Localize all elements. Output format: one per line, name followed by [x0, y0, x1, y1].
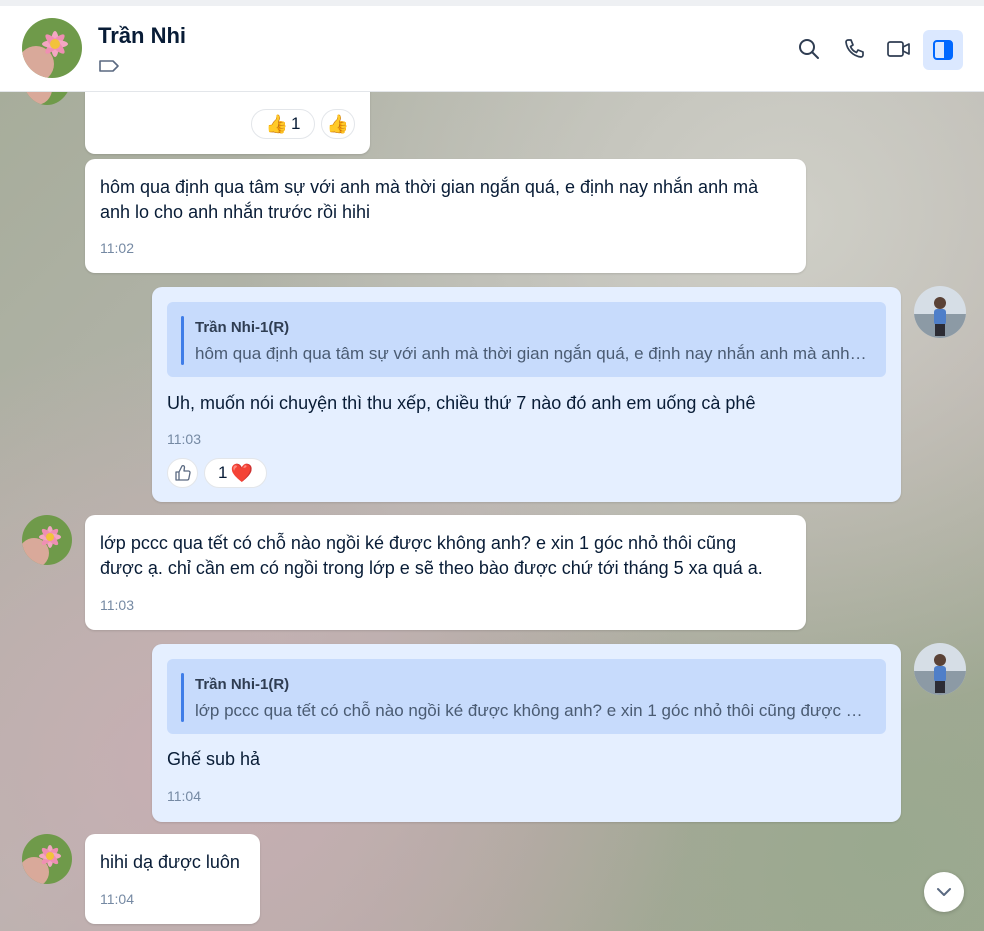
message-text-line: hôm qua định qua tâm sự với anh mà thời … — [100, 177, 759, 197]
thumbs-up-emoji: 👍 — [265, 114, 288, 134]
message-bubble-received[interactable]: hôm qua định qua tâm sự với anh mà thời … — [85, 159, 806, 273]
reaction-count: 1 — [218, 463, 228, 482]
message-bubble-received[interactable]: hihi dạ được luôn 11:04 — [85, 834, 260, 924]
quote-bar — [181, 673, 184, 722]
message-time: 11:03 — [100, 597, 134, 613]
message-text-line: anh lo cho anh nhắn trước rồi hihi — [100, 202, 371, 222]
message-bubble-received[interactable]: lớp pccc qua tết có chỗ nào ngồi ké được… — [85, 515, 806, 630]
tag-icon[interactable] — [98, 58, 120, 74]
chevron-down-icon — [937, 888, 951, 896]
message-time: 11:04 — [167, 788, 201, 804]
quote-text: lớp pccc qua tết có chỗ nào ngồi ké được… — [195, 701, 863, 720]
message-list[interactable]: 👍 1 👍 hôm qua định qua tâm sự với anh mà… — [0, 92, 984, 931]
message-time: 11:02 — [100, 240, 134, 256]
search-icon[interactable] — [792, 32, 826, 66]
message-bubble-received[interactable]: 👍 1 👍 — [85, 92, 370, 154]
reaction-chip[interactable]: 1 ❤️ — [204, 458, 267, 488]
message-bubble-sent[interactable]: Trần Nhi-1(R) lớp pccc qua tết có chỗ nà… — [152, 644, 901, 822]
my-avatar[interactable] — [914, 643, 966, 695]
my-avatar[interactable] — [914, 286, 966, 338]
scroll-to-bottom-button[interactable] — [924, 872, 964, 912]
message-text-line: được ạ. chỉ cần em có ngồi trong lớp e s… — [100, 558, 763, 578]
contact-name[interactable]: Trần Nhi — [98, 23, 186, 49]
message-text: Uh, muốn nói chuyện thì thu xếp, chiều t… — [167, 393, 756, 413]
message-text: lớp pccc qua tết có chỗ nào ngồi ké được… — [100, 531, 763, 581]
phone-icon[interactable] — [837, 32, 871, 66]
quote-text: hôm qua định qua tâm sự với anh mà thời … — [195, 344, 867, 363]
quoted-message[interactable]: Trần Nhi-1(R) hôm qua định qua tâm sự vớ… — [167, 302, 886, 377]
chat-header: Trần Nhi — [0, 6, 984, 92]
contact-avatar-small[interactable] — [22, 515, 72, 565]
quote-bar — [181, 316, 184, 365]
quote-author: Trần Nhi-1(R) — [195, 676, 290, 693]
thumbs-up-emoji: 👍 — [326, 114, 350, 134]
sidebar-toggle-icon[interactable] — [923, 30, 963, 70]
contact-avatar[interactable] — [22, 18, 82, 78]
reaction-count: 1 — [290, 114, 301, 133]
message-text: hôm qua định qua tâm sự với anh mà thời … — [100, 175, 758, 225]
video-call-icon[interactable] — [882, 32, 916, 66]
message-text: hihi dạ được luôn — [100, 852, 240, 872]
contact-avatar-small — [22, 92, 72, 105]
like-button[interactable] — [167, 458, 198, 488]
quoted-message[interactable]: Trần Nhi-1(R) lớp pccc qua tết có chỗ nà… — [167, 659, 886, 734]
message-bubble-sent[interactable]: Trần Nhi-1(R) hôm qua định qua tâm sự vớ… — [152, 287, 901, 502]
quote-author: Trần Nhi-1(R) — [195, 319, 290, 336]
message-time: 11:04 — [100, 891, 134, 907]
react-button[interactable]: 👍 — [321, 109, 355, 139]
reaction-chip[interactable]: 👍 1 — [251, 109, 315, 139]
heart-emoji: ❤️ — [230, 463, 253, 483]
message-text: Ghế sub hả — [167, 749, 261, 769]
thumbs-up-outline-icon — [174, 464, 191, 481]
contact-avatar-small[interactable] — [22, 834, 72, 884]
message-text-line: lớp pccc qua tết có chỗ nào ngồi ké được… — [100, 533, 737, 553]
message-time: 11:03 — [167, 431, 201, 447]
